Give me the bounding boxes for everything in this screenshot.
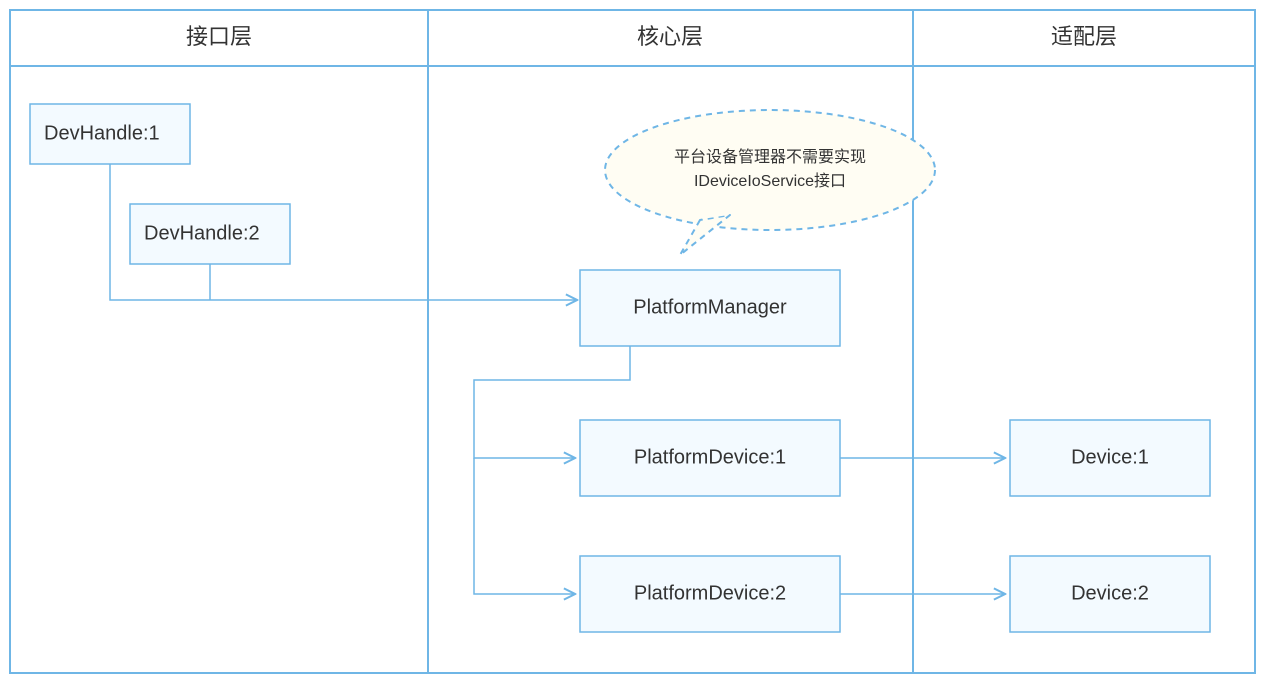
- label-devhandle1: DevHandle:1: [44, 122, 160, 144]
- callout-bubble: 平台设备管理器不需要实现 IDeviceIoService接口: [605, 110, 935, 255]
- header-core: 核心层: [637, 24, 703, 49]
- callout-line1: 平台设备管理器不需要实现: [674, 148, 866, 166]
- label-devhandle2: DevHandle:2: [144, 222, 260, 244]
- label-platformdevice1: PlatformDevice:1: [634, 446, 786, 468]
- label-platformmanager: PlatformManager: [633, 296, 787, 318]
- callout-line2: IDeviceIoService接口: [694, 172, 846, 190]
- edge-pm-pd2: [474, 458, 574, 594]
- label-device1: Device:1: [1071, 446, 1149, 468]
- architecture-diagram: 接口层 核心层 适配层 DevHandle:1 DevHandle:2 Plat…: [0, 0, 1265, 683]
- label-platformdevice2: PlatformDevice:2: [634, 582, 786, 604]
- label-device2: Device:2: [1071, 582, 1149, 604]
- header-adapter: 适配层: [1051, 24, 1117, 49]
- header-interface: 接口层: [186, 24, 252, 49]
